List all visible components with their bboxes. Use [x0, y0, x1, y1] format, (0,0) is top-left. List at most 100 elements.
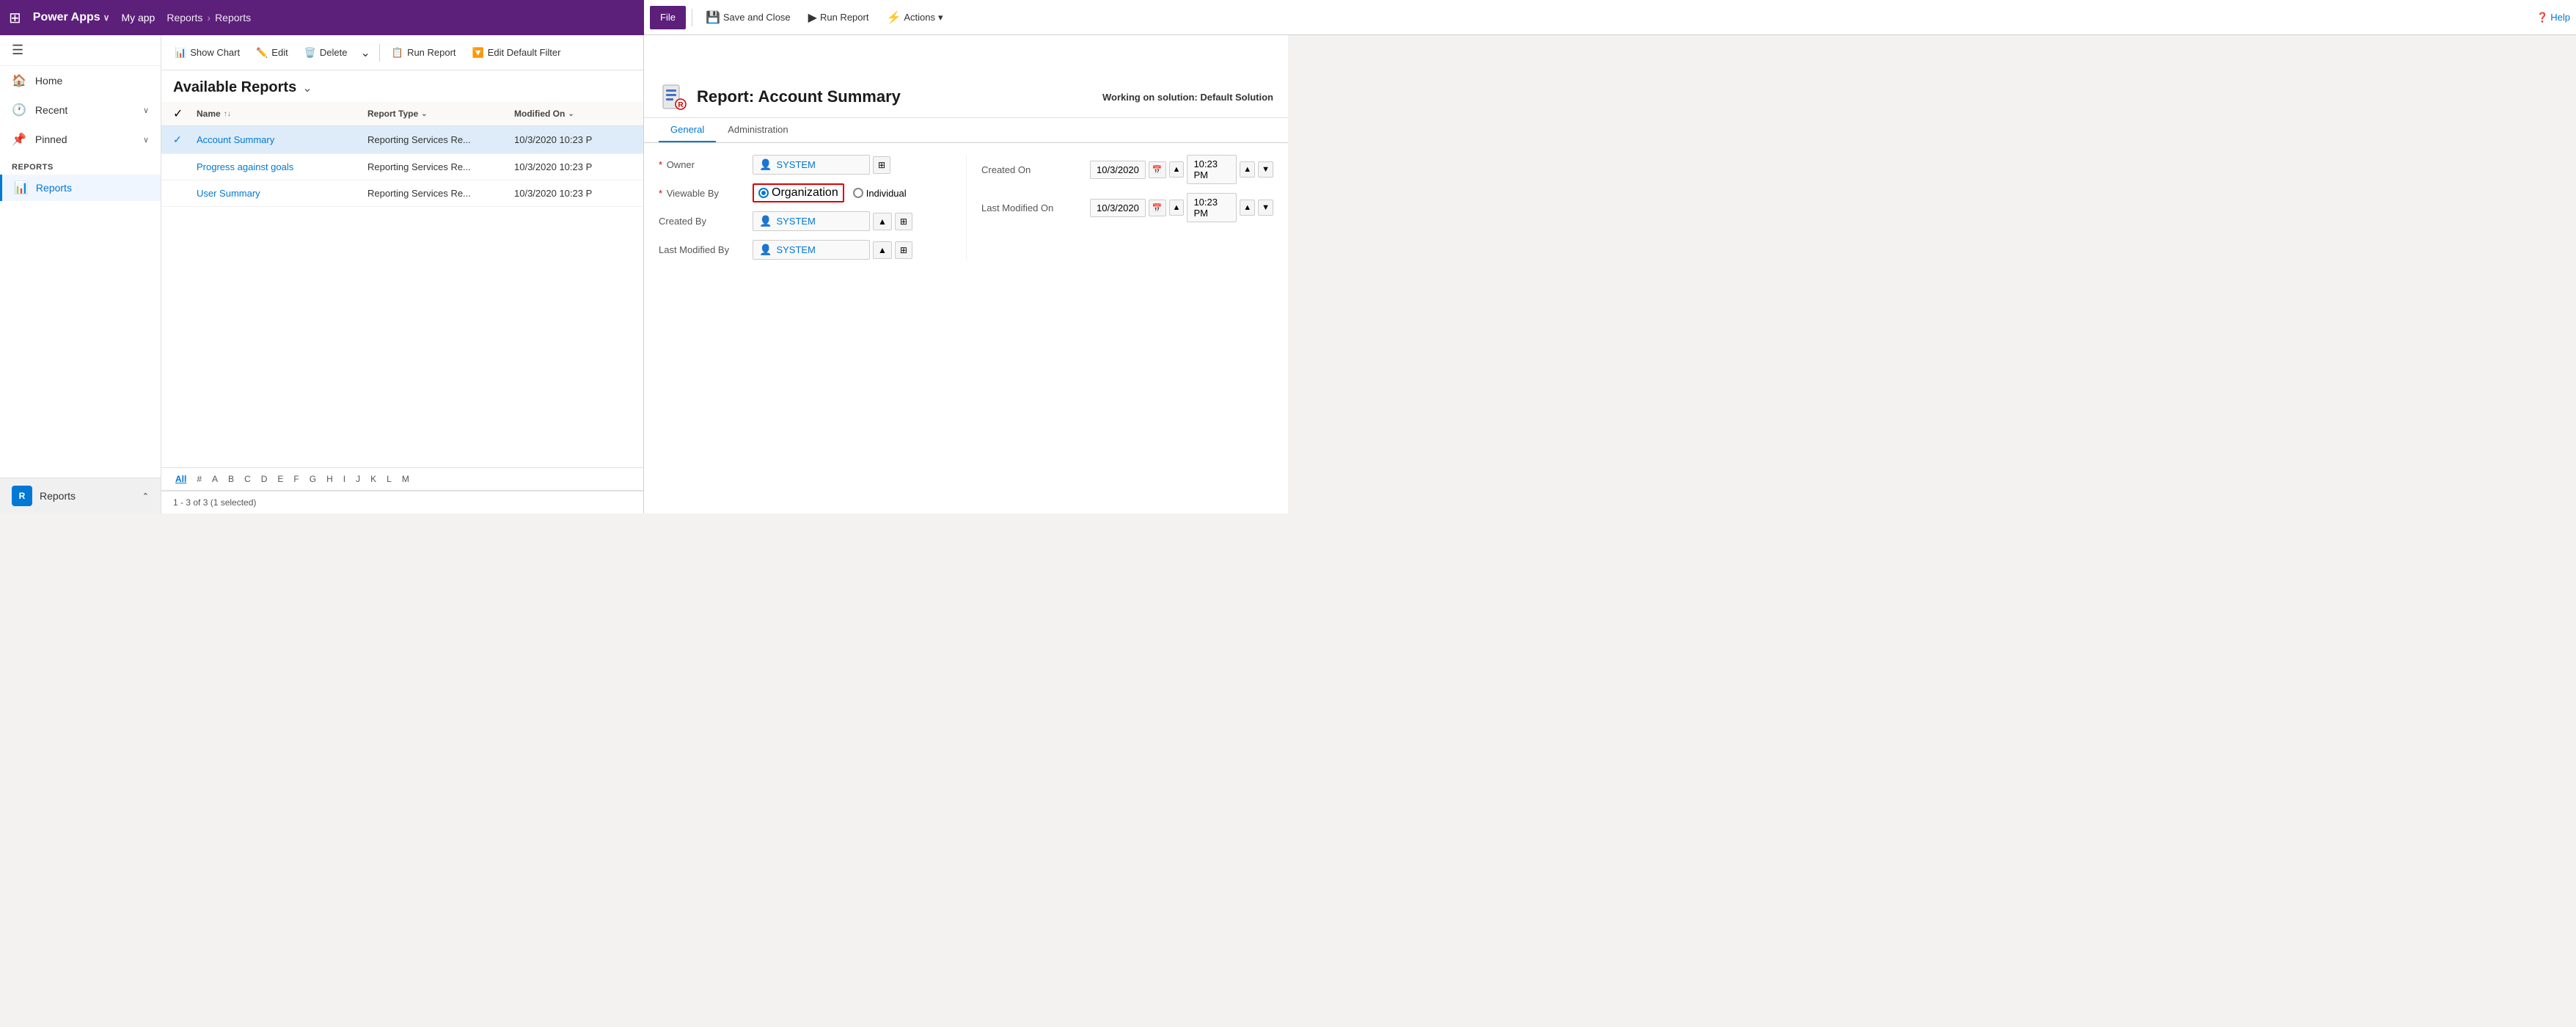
table-row[interactable]: User Summary Reporting Services Re... 10… [161, 180, 643, 207]
created-on-row: Created On 10/3/2020 📅 ▲ 10:23 PM ▲ ▼ [981, 155, 1273, 184]
col-name-header[interactable]: Name ↑↓ [197, 109, 367, 119]
alpha-h[interactable]: H [324, 472, 335, 486]
row-type-1: Reporting Services Re... [367, 161, 514, 172]
viewable-ind-option[interactable]: Individual [853, 188, 907, 199]
show-chart-button[interactable]: 📊 Show Chart [167, 43, 247, 62]
alpha-j[interactable]: J [354, 472, 362, 486]
file-button[interactable]: File [650, 6, 686, 29]
last-modified-on-calendar-button[interactable]: 📅 [1149, 200, 1166, 216]
owner-input[interactable]: 👤 SYSTEM [753, 155, 870, 175]
name-sort-icon[interactable]: ↑↓ [224, 110, 231, 118]
delete-button[interactable]: 🗑️ Delete [297, 43, 355, 62]
list-title-chevron-icon[interactable]: ⌄ [302, 81, 312, 95]
run-report-icon: ▶ [808, 10, 817, 25]
created-on-time-sort-down[interactable]: ▼ [1258, 161, 1273, 178]
list-toolbar: 📊 Show Chart ✏️ Edit 🗑️ Delete ⌄ 📋 Run R… [161, 35, 643, 70]
alpha-all[interactable]: All [173, 472, 189, 486]
detail-tabs: General Administration [644, 118, 1288, 143]
last-modified-lookup[interactable]: ⊞ [895, 241, 912, 259]
last-modified-on-time[interactable]: 10:23 PM [1187, 193, 1237, 222]
tab-general[interactable]: General [659, 118, 716, 142]
my-app-label[interactable]: My app [121, 12, 155, 23]
sidebar-item-home[interactable]: 🏠 Home [0, 66, 161, 95]
run-icon: 📋 [392, 47, 403, 59]
app-chevron-icon[interactable]: ∨ [103, 12, 110, 23]
row-type-2: Reporting Services Re... [367, 188, 514, 199]
row-modified-2: 10/3/2020 10:23 P [514, 188, 632, 199]
last-modified-sort-up[interactable]: ▲ [873, 241, 892, 259]
table-row[interactable]: ✓ Account Summary Reporting Services Re.… [161, 126, 643, 154]
created-on-date[interactable]: 10/3/2020 [1090, 161, 1146, 179]
toolbar-sep [379, 44, 380, 62]
viewable-org-option[interactable]: Organization [753, 183, 844, 202]
viewable-radio-group: Organization Individual [753, 183, 907, 202]
ind-radio-empty [853, 188, 863, 198]
pin-icon: 📌 [12, 132, 26, 147]
created-by-sort-up[interactable]: ▲ [873, 213, 892, 230]
help-link[interactable]: ❓ Help [2536, 12, 2570, 23]
last-modified-on-time-sort-up[interactable]: ▲ [1240, 200, 1255, 216]
alpha-e[interactable]: E [275, 472, 285, 486]
last-modified-on-label: Last Modified On [981, 202, 1084, 213]
row-modified-1: 10/3/2020 10:23 P [514, 161, 632, 172]
created-on-time-sort-up[interactable]: ▲ [1240, 161, 1255, 178]
run-report-ribbon-button[interactable]: ▶ Run Report [801, 7, 877, 28]
run-report-button[interactable]: 📋 Run Report [384, 43, 464, 62]
created-by-lookup[interactable]: ⊞ [895, 213, 912, 230]
edit-filter-button[interactable]: 🔽 Edit Default Filter [465, 43, 568, 62]
alpha-k[interactable]: K [368, 472, 378, 486]
col-modified-header[interactable]: Modified On ⌄ [514, 109, 632, 119]
alpha-b[interactable]: B [226, 472, 236, 486]
sidebar-toggle[interactable]: ☰ [0, 35, 161, 66]
sidebar-bottom: R Reports ⌃ [0, 478, 161, 514]
actions-chevron-icon: ▾ [938, 12, 943, 23]
alpha-d[interactable]: D [259, 472, 270, 486]
actions-button[interactable]: ⚡ Actions ▾ [879, 7, 950, 28]
ribbon-bar: File 💾 Save and Close ▶ Run Report ⚡ Act… [644, 0, 2576, 35]
col-check-header[interactable]: ✓ [173, 106, 197, 121]
alpha-m[interactable]: M [400, 472, 411, 486]
created-by-label: Created By [659, 216, 747, 227]
breadcrumb-sep: › [207, 12, 211, 23]
app-name: Power Apps ∨ [33, 11, 110, 24]
last-modified-on-date[interactable]: 10/3/2020 [1090, 199, 1146, 217]
created-on-time[interactable]: 10:23 PM [1187, 155, 1237, 184]
created-on-sort-up[interactable]: ▲ [1169, 161, 1185, 178]
alpha-a[interactable]: A [210, 472, 220, 486]
table-row[interactable]: Progress against goals Reporting Service… [161, 154, 643, 180]
sidebar-item-reports[interactable]: 📊 Reports [0, 175, 161, 201]
main-layout: ☰ 🏠 Home 🕐 Recent ∨ 📌 Pinned ∨ Reports 📊… [0, 35, 1288, 514]
modified-sort-icon[interactable]: ⌄ [568, 110, 574, 118]
alpha-i[interactable]: I [341, 472, 348, 486]
detail-panel: R Report: Account Summary Working on sol… [644, 35, 1288, 514]
sidebar-item-recent[interactable]: 🕐 Recent ∨ [0, 95, 161, 125]
form-left: * Owner 👤 SYSTEM ⊞ * View [659, 155, 966, 260]
sidebar-item-pinned[interactable]: 📌 Pinned ∨ [0, 125, 161, 154]
alpha-hash[interactable]: # [194, 472, 204, 486]
tab-administration[interactable]: Administration [716, 118, 799, 142]
alpha-g[interactable]: G [307, 472, 318, 486]
save-close-button[interactable]: 💾 Save and Close [698, 7, 798, 28]
type-sort-icon[interactable]: ⌄ [421, 110, 427, 118]
row-check-0[interactable]: ✓ [173, 134, 197, 146]
created-on-calendar-button[interactable]: 📅 [1149, 161, 1166, 178]
last-modified-on-time-sort-down[interactable]: ▼ [1258, 200, 1273, 216]
waffle-icon[interactable]: ⊞ [9, 9, 21, 27]
more-button[interactable]: ⌄ [356, 42, 374, 64]
owner-lookup-button[interactable]: ⊞ [873, 156, 890, 174]
alpha-c[interactable]: C [242, 472, 253, 486]
edit-button[interactable]: ✏️ Edit [249, 43, 296, 62]
svg-text:R: R [678, 101, 684, 109]
breadcrumb-reports[interactable]: Reports [167, 12, 202, 23]
row-name-0[interactable]: Account Summary [197, 134, 367, 145]
sidebar-bottom-reports[interactable]: R Reports ⌃ [0, 478, 161, 514]
check-all-icon[interactable]: ✓ [173, 108, 183, 120]
alpha-l[interactable]: L [384, 472, 394, 486]
row-name-1[interactable]: Progress against goals [197, 161, 367, 172]
alpha-f[interactable]: F [291, 472, 301, 486]
col-type-header[interactable]: Report Type ⌄ [367, 109, 514, 119]
breadcrumb: Reports › Reports [167, 12, 251, 23]
row-name-2[interactable]: User Summary [197, 188, 367, 199]
viewable-by-field: Organization Individual [753, 183, 951, 202]
last-modified-on-sort-up[interactable]: ▲ [1169, 200, 1185, 216]
